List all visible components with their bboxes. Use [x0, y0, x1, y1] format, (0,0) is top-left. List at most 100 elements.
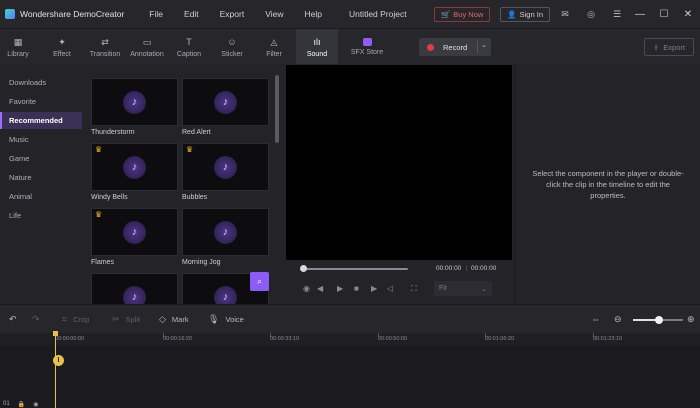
menu-file[interactable]: File	[149, 9, 163, 19]
zoom-out-icon: ⊖	[614, 314, 622, 324]
tab-transition[interactable]: ⇄ Transition	[85, 29, 125, 65]
menu-edit[interactable]: Edit	[184, 9, 199, 19]
grid-scrollbar[interactable]	[275, 75, 279, 143]
eye-icon[interactable]: ◉	[33, 401, 38, 408]
record-button[interactable]: Record ⌄	[419, 38, 491, 56]
volume-icon[interactable]: ◁	[387, 284, 393, 293]
play-icon[interactable]: ▶	[337, 284, 343, 293]
sound-card[interactable]: ♪ Thunderstorm	[91, 78, 178, 136]
fit-timeline-button[interactable]: ⇔	[591, 314, 600, 324]
zoom-handle[interactable]	[655, 316, 663, 324]
menu-icon[interactable]: ☰	[606, 5, 628, 23]
sound-thumbnail[interactable]: ♪	[182, 78, 269, 126]
sound-card[interactable]: ♛ ♪ Flames	[91, 208, 178, 266]
fit-dropdown[interactable]: Fit ⌄	[434, 281, 492, 296]
fullscreen-icon[interactable]: ⛶	[411, 284, 417, 294]
export-button[interactable]: ⇪ Export	[644, 38, 694, 56]
playhead-handle[interactable]	[53, 331, 58, 336]
category-favorite[interactable]: Favorite	[0, 93, 82, 110]
menu-export[interactable]: Export	[220, 9, 245, 19]
crop-button[interactable]: ⌗ Crop	[62, 314, 89, 325]
category-game[interactable]: Game	[0, 150, 82, 167]
close-icon[interactable]: ✕	[676, 5, 700, 23]
properties-panel: Select the component in the player or do…	[514, 64, 700, 304]
crop-label: Crop	[73, 315, 90, 324]
current-time: 00:00:00	[436, 265, 462, 272]
redo-button[interactable]: ↷	[32, 314, 40, 325]
caption-icon: T	[186, 36, 192, 47]
sound-thumbnail[interactable]: ♪	[91, 273, 178, 304]
lock-icon[interactable]: 🔒	[18, 401, 25, 408]
tab-effect[interactable]: ✦ Effect	[44, 29, 80, 65]
snapshot-icon[interactable]: ◉	[303, 284, 310, 293]
crown-icon: ♛	[95, 210, 103, 219]
sign-in-button[interactable]: 👤 Sign In	[500, 6, 550, 22]
sound-thumbnail[interactable]: ♛ ♪	[182, 143, 269, 191]
tab-annotation[interactable]: ▭ Annotation	[127, 29, 167, 65]
split-label: Split	[125, 315, 141, 324]
tab-sticker[interactable]: ☺ Sticker	[214, 29, 250, 65]
tab-library[interactable]: ▦ Library	[0, 29, 36, 65]
record-label: Record	[443, 42, 468, 52]
mark-button[interactable]: ◇ Mark	[159, 314, 189, 325]
tab-filter[interactable]: ◬ Filter	[256, 29, 292, 65]
sound-thumbnail[interactable]: ♛ ♪	[91, 143, 178, 191]
ruler-tick-label: 00:00:16:20	[163, 336, 193, 342]
split-button[interactable]: ✂ Split	[112, 314, 140, 325]
tab-label: Caption	[176, 50, 202, 58]
crop-icon: ⌗	[62, 314, 68, 324]
buy-now-button[interactable]: 🛒 Buy Now	[433, 6, 491, 22]
chevron-down-icon[interactable]: ⌄	[481, 41, 487, 49]
maximize-icon[interactable]: ☐	[652, 5, 676, 23]
tab-sound[interactable]: ılı Sound	[296, 29, 338, 65]
sound-card[interactable]: ♪ Red Alert	[182, 78, 269, 136]
stop-icon[interactable]: ■	[354, 284, 359, 293]
category-music[interactable]: Music	[0, 131, 82, 148]
menu-help[interactable]: Help	[304, 9, 321, 19]
previous-frame-icon[interactable]: ◀	[317, 284, 323, 293]
seek-handle[interactable]	[300, 265, 307, 272]
undo-button[interactable]: ↶	[9, 314, 17, 325]
filter-icon: ◬	[270, 36, 278, 47]
sound-thumbnail[interactable]: ♪	[182, 208, 269, 256]
tab-sfx-store[interactable]: SFX Store	[346, 29, 388, 65]
effect-icon: ✦	[58, 36, 66, 47]
sfx-store-icon	[362, 38, 372, 46]
category-downloads[interactable]: Downloads	[0, 74, 82, 91]
search-button[interactable]: ⌕	[250, 272, 269, 291]
playhead-marker-icon[interactable]: I	[53, 355, 64, 366]
tab-caption[interactable]: T Caption	[171, 29, 207, 65]
ruler-tick-label: 00:01:23:10	[593, 336, 623, 342]
music-note-icon: ♪	[214, 155, 237, 179]
sound-card[interactable]: ♛ ♪ Windy Bells	[91, 143, 178, 201]
zoom-in-icon: ⊕	[687, 314, 695, 324]
mail-icon[interactable]: ✉	[554, 5, 576, 23]
category-nature[interactable]: Nature	[0, 169, 82, 186]
sound-thumbnail[interactable]: ♛ ♪	[91, 208, 178, 256]
sound-card[interactable]: ♪ Morning Jog	[182, 208, 269, 266]
title-bar: Wondershare DemoCreator File Edit Export…	[0, 0, 700, 28]
tab-label: Sticker	[221, 50, 243, 58]
sound-icon: ılı	[313, 36, 321, 47]
category-animal[interactable]: Animal	[0, 188, 82, 205]
voice-button[interactable]: 🎙 Voice	[208, 314, 244, 325]
playhead[interactable]	[55, 332, 56, 408]
preview-player[interactable]	[286, 65, 512, 260]
buy-now-label: Buy Now	[453, 9, 484, 19]
seek-bar[interactable]	[302, 268, 408, 270]
category-recommended[interactable]: Recommended	[0, 112, 82, 129]
timeline-tracks[interactable]	[0, 345, 700, 408]
zoom-out-button[interactable]: ⊖	[614, 314, 622, 325]
track-number: 01	[3, 401, 10, 407]
sound-thumbnail[interactable]: ♪	[91, 78, 178, 126]
minimize-icon[interactable]: —	[628, 5, 652, 23]
support-icon[interactable]: ◎	[580, 5, 602, 23]
tab-label: Effect	[53, 50, 71, 58]
sound-card[interactable]: ♪	[91, 273, 178, 304]
menu-view[interactable]: View	[265, 9, 283, 19]
sound-card[interactable]: ♛ ♪ Bubbles	[182, 143, 269, 201]
category-life[interactable]: Life	[0, 207, 82, 224]
zoom-in-button[interactable]: ⊕	[687, 314, 695, 325]
next-frame-icon[interactable]: ▶	[371, 284, 377, 293]
timeline-ruler[interactable]: 00:00:00:00 00:00:16:20 00:00:33:10 00:0…	[0, 333, 700, 345]
